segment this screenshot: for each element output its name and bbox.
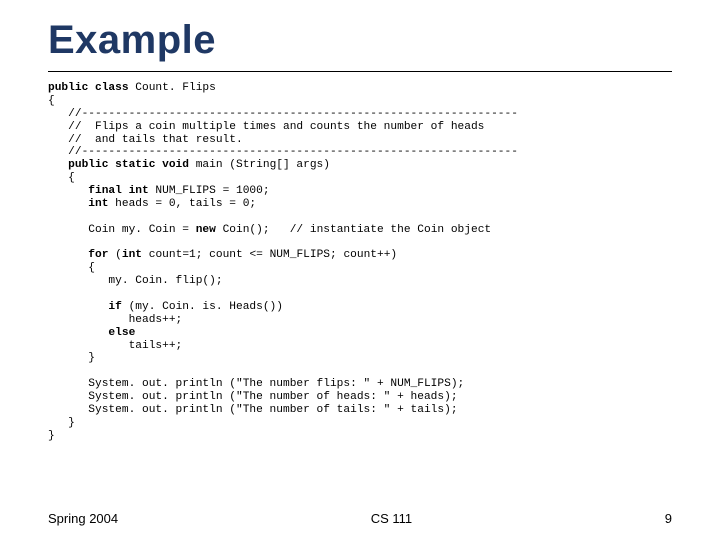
code-text: //--------------------------------------… [48, 146, 518, 158]
slide-title: Example [48, 18, 672, 63]
code-text: { [48, 262, 95, 274]
kw-public-static-void: public static void [48, 159, 189, 171]
code-text: tails++; [48, 340, 182, 352]
code-text: count=1; count <= NUM_FLIPS; count++) [142, 249, 397, 261]
code-block: public class Count. Flips { //----------… [48, 82, 672, 443]
code-text: { [48, 95, 55, 107]
code-text: ( [108, 249, 121, 261]
kw-for: for [48, 249, 108, 261]
kw-if: if [48, 301, 122, 313]
code-text: } [48, 352, 95, 364]
kw-else: else [48, 327, 135, 339]
code-text: // Flips a coin multiple times and count… [48, 121, 484, 133]
code-text: main (String[] args) [189, 159, 330, 171]
code-text: (my. Coin. is. Heads()) [122, 301, 283, 313]
code-text: } [48, 417, 75, 429]
code-text: { [48, 172, 75, 184]
code-text: System. out. println ("The number of tai… [48, 404, 458, 416]
code-text: // and tails that result. [48, 134, 243, 146]
code-text: heads = 0, tails = 0; [108, 198, 256, 210]
footer: Spring 2004 CS 111 9 [0, 511, 720, 526]
code-text: Count. Flips [129, 82, 216, 94]
code-text: Coin(); // instantiate the Coin object [216, 224, 491, 236]
slide: Example public class Count. Flips { //--… [0, 0, 720, 443]
code-text: } [48, 430, 55, 442]
title-rule [48, 71, 672, 72]
footer-page-number: 9 [665, 511, 672, 526]
kw-new: new [196, 224, 216, 236]
kw-final-int: final int [48, 185, 149, 197]
code-text: Coin my. Coin = [48, 224, 196, 236]
kw-int-loop: int [122, 249, 142, 261]
kw-int: int [48, 198, 108, 210]
code-text: System. out. println ("The number of hea… [48, 391, 458, 403]
footer-center: CS 111 [118, 511, 665, 526]
kw-public-class: public class [48, 82, 129, 94]
code-text: NUM_FLIPS = 1000; [149, 185, 270, 197]
footer-left: Spring 2004 [48, 511, 118, 526]
code-text: System. out. println ("The number flips:… [48, 378, 464, 390]
code-text: my. Coin. flip(); [48, 275, 223, 287]
code-text: heads++; [48, 314, 182, 326]
code-text: //--------------------------------------… [48, 108, 518, 120]
